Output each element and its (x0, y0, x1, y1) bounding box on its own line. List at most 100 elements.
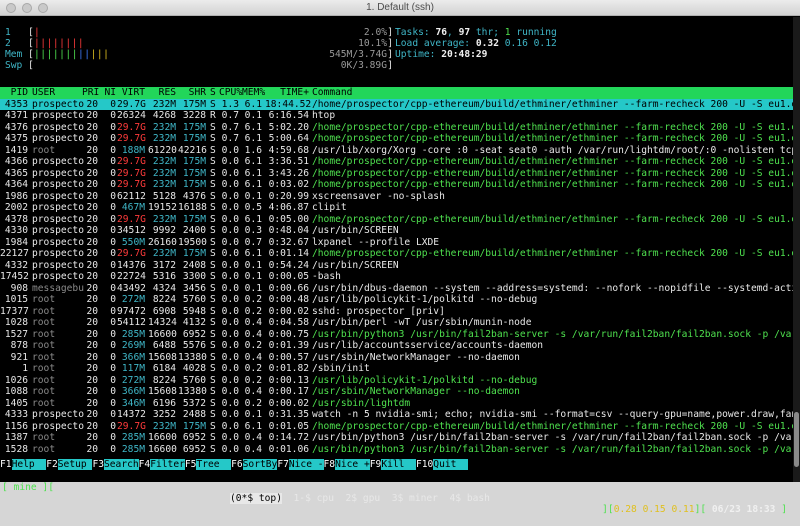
table-row[interactable]: 1088 root 20 0 366M 15608 13380 S 0.0 0.4 0:00.17/… (0, 386, 793, 398)
fkey-help[interactable]: F1Help (0, 459, 47, 470)
table-row[interactable]: 4353 prospecto 20 0 29.7G 232M 175M S 1.3 6.1 18:4… (0, 98, 793, 110)
table-row[interactable]: 4332 prospecto 20 0 14376 3172 2408 S 0.0 0.1 0:54… (0, 260, 793, 272)
table-row[interactable]: 1419 root 20 0 188M 61220 42216 S 0.0 1.6 4:59.68/… (0, 145, 793, 157)
table-row[interactable]: 1015 root 20 0 272M 8224 5760 S 0.0 0.2 0:00.48/us… (0, 294, 793, 306)
close-icon[interactable] (6, 3, 16, 13)
cell-ni: 0 (110, 133, 116, 144)
process-table: PID USER PRI NI VIRT RES SHR S CPU% MEM%… (0, 87, 793, 455)
tmux-windows[interactable]: 1-$ cpu 2$ gpu 3$ miner 4$ bash (282, 493, 490, 504)
table-row[interactable]: 4371 prospecto 20 0 26324 4268 3228 R 0.7 0.1 6:16… (0, 110, 793, 122)
table-row[interactable]: 4375 prospecto 20 0 29.7G 232M 175M S 0.7 6.1 5:00… (0, 133, 793, 145)
table-row[interactable]: 17377 root 20 0 97472 6908 5948 S 0.0 0.2 0:00.02 s… (0, 306, 793, 318)
header-cpu[interactable]: CPU% (219, 87, 242, 99)
table-row[interactable]: 1156 prospecto 20 0 29.7G 232M 175M S 0.0 6.1 0:01… (0, 421, 793, 433)
header-res[interactable]: RES (148, 87, 176, 99)
table-row[interactable]: 2002 prospecto 20 0 467M 19152 16188 S 0.0 0.5 4:0… (0, 202, 793, 214)
function-key-bar: F1Help F2Setup F3SearchF4FilterF5Tree F6… (0, 459, 793, 470)
cell-cpu: 0.0 (221, 294, 239, 305)
tmux-active-window[interactable]: (0*$ top) (230, 493, 282, 504)
fkey-label: Nice - (288, 459, 324, 470)
table-row[interactable]: 17452 prospecto 20 0 22724 5316 3300 S 0.0 0.1 0:0… (0, 271, 793, 283)
fkey-nice[interactable]: F8Nice + (323, 459, 370, 470)
cell-ni: 0 (110, 386, 116, 397)
cell-pid: 22127 (0, 248, 29, 259)
cell-ni: 0 (110, 213, 116, 225)
table-row[interactable]: 4378 prospecto 20 0 29.7G 232M 175M S 0.0 6.1 0:05… (0, 214, 793, 226)
table-row[interactable]: 1026 root 20 0 272M 8224 5760 S 0.0 0.2 0:00.13/us… (0, 375, 793, 387)
cell-virt: 188M (121, 144, 145, 156)
cell-mem: 0.2 (244, 340, 262, 351)
header-state[interactable]: S (210, 87, 218, 99)
cell-res: 14324 (148, 317, 177, 328)
fkey-nice[interactable]: F7Nice - (277, 459, 324, 470)
header-pid[interactable]: PID (0, 87, 28, 99)
table-row[interactable]: 1528 root 20 0 285M 16600 6952 S 0.0 0.4 0:01.06/u… (0, 444, 793, 456)
fkey-filter[interactable]: F4Filter (138, 459, 185, 470)
cell-pid: 921 (10, 351, 28, 363)
terminal-content[interactable]: 1[| 2.0%] 2[|||||||| 10.1%] Mem[||||||||||||… (0, 17, 793, 515)
table-row[interactable]: 1387 root 20 0 285M 16600 6952 S 0.0 0.4 0:14.72/u… (0, 432, 793, 444)
fkey-label: Help (11, 459, 47, 470)
tmux-datetime: 06/23 18:33 (711, 504, 776, 515)
table-row[interactable]: 1028 root 20 0 54112 14324 4132 S 0.0 0.4 0:04.58/… (0, 317, 793, 329)
table-row[interactable]: 1984 prospecto 20 0 550M 26160 19500 S 0.0 0.7 0:3… (0, 237, 793, 249)
cell-pri: 20 (86, 110, 98, 121)
table-row[interactable]: 921 root 20 0 366M 15608 13380 S 0.0 0.4 0:00.57/u… (0, 352, 793, 364)
table-row[interactable]: 1986 prospecto 20 0 62112 5128 4376 S 0.0 0.1 0:20… (0, 191, 793, 203)
header-ni[interactable]: NI (100, 87, 116, 99)
cell-s: S (210, 305, 216, 317)
cell-res: 232M (152, 121, 176, 133)
cell-mem: 6.1 (244, 248, 262, 259)
fkey-setup[interactable]: F2Setup (46, 459, 93, 470)
fkey-search[interactable]: F3Search (92, 459, 139, 470)
cell-mem: 0.4 (244, 443, 262, 455)
cell-pri: 20 (86, 420, 98, 432)
table-row[interactable]: 1 root 20 0 117M 6184 4028 S 0.0 0.2 0:01.82/sbin/… (0, 363, 793, 375)
tmux-bracket: ][ (602, 504, 614, 515)
fkey-quit[interactable]: F10Quit (415, 459, 468, 470)
cell-shr: 4028 (182, 363, 206, 374)
table-row[interactable]: 4365 prospecto 20 0 29.7G 232M 175M S 0.0 6.1 3:43… (0, 168, 793, 180)
maximize-icon[interactable] (38, 3, 48, 13)
meter-bracket-open: [ (28, 27, 34, 38)
scrollbar-thumb[interactable] (794, 412, 799, 467)
table-row[interactable]: 1405 root 20 0 346M 6196 5372 S 0.0 0.2 0:00.02/us… (0, 398, 793, 410)
cell-mem: 0.2 (244, 305, 262, 317)
table-row[interactable]: 908 messagebu 20 0 43492 4324 3456 S 0.0 0.1 0:00.… (0, 283, 793, 295)
cell-virt: 26324 (117, 110, 146, 121)
header-time[interactable]: TIME+ (265, 87, 309, 99)
cell-pri: 20 (86, 432, 98, 443)
cell-shr: 175M (182, 98, 206, 110)
meter-row: 2 [|||||||| 10.1%] (0, 38, 395, 49)
table-row[interactable]: 878 root 20 0 269M 6488 5576 S 0.0 0.2 0:01.39/usr… (0, 340, 793, 352)
table-row[interactable]: 22127 prospecto 20 0 29.7G 232M 175M S 0.0 6.1 0:0… (0, 248, 793, 260)
table-row[interactable]: 4330 prospecto 20 0 34512 9992 2400 S 0.0 0.3 0:48… (0, 225, 793, 237)
cell-cmd: /usr/bin/SCREEN (312, 225, 399, 236)
table-row[interactable]: 4366 prospecto 20 0 29.7G 232M 175M S 0.0 6.1 3:36… (0, 156, 793, 168)
cell-res: 16600 (148, 432, 177, 443)
meter-row: Mem [|||||||||||| 545M/3.74G] (0, 49, 395, 60)
table-row[interactable]: 4364 prospecto 20 0 29.7G 232M 175M S 0.0 6.1 0:03… (0, 179, 793, 191)
cell-ni: 0 (110, 305, 116, 317)
cell-s: S (210, 236, 216, 248)
cell-ni: 0 (110, 259, 116, 271)
table-row[interactable]: 4333 prospecto 20 0 14372 3252 2488 S 0.0 0.1 0:31… (0, 409, 793, 421)
meter-bracket-close: ] (387, 60, 393, 71)
table-row[interactable]: 4376 prospecto 20 0 29.7G 232M 175M S 0.7 6.1 5:02… (0, 122, 793, 134)
scrollbar[interactable] (793, 17, 800, 482)
header-command[interactable]: Command (312, 87, 793, 99)
header-virt[interactable]: VIRT (117, 87, 145, 99)
fkey-kill[interactable]: F9Kill (369, 459, 416, 470)
header-pri[interactable]: PRI (82, 87, 99, 99)
fkey-sortby[interactable]: F6SortBy (231, 459, 278, 470)
header-mem[interactable]: MEM% (242, 87, 265, 99)
header-shr[interactable]: SHR (178, 87, 206, 99)
fkey-tree[interactable]: F5Tree (184, 459, 232, 470)
uptime-label: Uptime: (395, 49, 442, 60)
table-row[interactable]: 1527 root 20 0 285M 16600 6952 S 0.0 0.4 0:00.75/u… (0, 329, 793, 341)
cell-mem: 0.2 (244, 374, 262, 386)
cell-cmd: -bash (312, 271, 341, 282)
minimize-icon[interactable] (22, 3, 32, 13)
cell-time: 18:44.52 (265, 98, 312, 110)
cell-shr: 6952 (182, 443, 206, 455)
